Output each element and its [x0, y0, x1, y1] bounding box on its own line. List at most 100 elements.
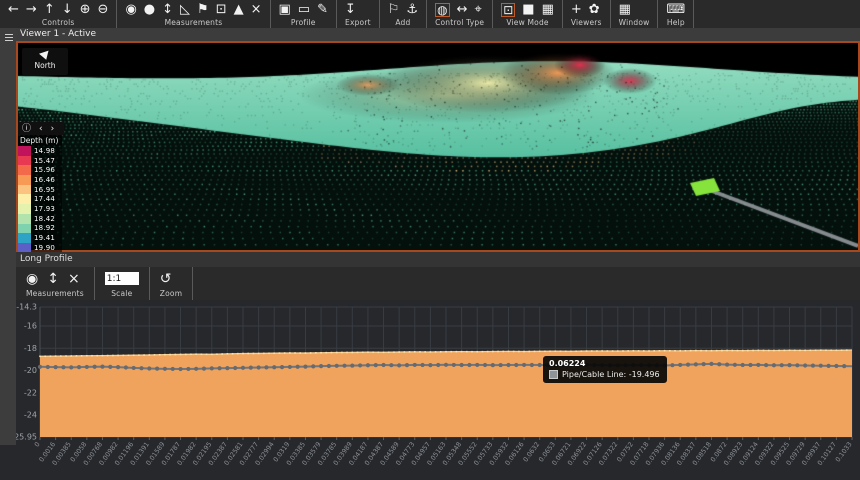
pipe-cable-marker: [249, 366, 253, 370]
pan-right-icon[interactable]: →: [26, 3, 37, 17]
seabed-edge-dot: [721, 350, 723, 352]
long-profile-toolbar: ◉↕×MeasurementsScale↺Zoom: [16, 267, 860, 300]
measure-height-icon[interactable]: ↕: [162, 3, 173, 17]
seabed-edge-dot: [175, 354, 177, 356]
profile-rect-icon[interactable]: ▭: [298, 3, 310, 17]
seabed-edge-dot: [221, 353, 223, 355]
toolbar-group-label: Scale: [105, 289, 139, 298]
legend-prev-icon[interactable]: ‹: [39, 124, 43, 134]
toolbar-group-label: Measurements: [26, 289, 84, 298]
seabed-edge-dot: [523, 351, 525, 353]
seabed-edge-dot: [55, 355, 57, 357]
y-axis-label: -16: [24, 321, 37, 330]
pipe-cable-marker: [795, 363, 799, 367]
legend-value: 14.98: [31, 147, 55, 155]
seabed-edge-dot: [185, 354, 187, 356]
measure-area-icon[interactable]: ▲: [234, 3, 244, 17]
pipe-cable-marker: [132, 366, 136, 370]
seabed-edge-dot: [825, 349, 827, 351]
legend-entries: 14.9815.4715.9616.4616.9517.4417.9318.42…: [18, 146, 66, 253]
toolbar-group-label: Add: [388, 18, 418, 27]
lp-measure-icon[interactable]: ◉: [26, 272, 38, 286]
pipe-cable-marker: [38, 365, 42, 369]
window-layout-icon[interactable]: ▦: [619, 3, 631, 17]
measure-point-icon[interactable]: ◉: [125, 3, 136, 17]
measure-circle-icon[interactable]: ●: [144, 3, 155, 17]
lp-clear-icon[interactable]: ×: [68, 272, 80, 286]
move-control-icon[interactable]: ⌖: [474, 3, 481, 17]
pipe-cable-marker: [178, 367, 182, 371]
panel-list-icon[interactable]: [2, 32, 13, 41]
clear-measurements-icon[interactable]: ×: [251, 3, 262, 17]
seabed-edge-dot: [471, 351, 473, 353]
zoom-out-icon[interactable]: ⊖: [98, 3, 109, 17]
pipe-cable-marker: [241, 366, 245, 370]
seabed-edge-dot: [102, 355, 104, 357]
pipe-cable-marker: [709, 362, 713, 366]
pipe-cable-marker: [264, 365, 268, 369]
toolbar-group-help: ⌨Help: [658, 0, 694, 28]
measure-volume-icon[interactable]: ⊡: [216, 3, 227, 17]
profile-box-icon[interactable]: ▣: [279, 3, 291, 17]
export-icon[interactable]: ↧: [345, 3, 356, 17]
toolbar-group-label: Help: [666, 18, 685, 27]
pipe-cable-marker: [311, 364, 315, 368]
help-keyboard-icon[interactable]: ⌨: [666, 3, 685, 17]
seabed-edge-dot: [268, 352, 270, 354]
seabed-edge-dot: [596, 350, 598, 352]
lp-zoom-reset-icon[interactable]: ↺: [160, 272, 172, 286]
seabed-edge-dot: [404, 351, 406, 353]
toolbar-group-export: ↧Export: [337, 0, 380, 28]
seabed-edge-dot: [81, 355, 83, 357]
seabed-edge-dot: [388, 351, 390, 353]
view-solid-icon[interactable]: ■: [522, 3, 534, 17]
legend-entry: 19.41: [18, 233, 62, 243]
legend-color-swatch: [18, 204, 31, 214]
depth-legend: ⓘ‹› Depth (m) 14.9815.4715.9616.4616.951…: [18, 122, 66, 253]
lp-height-icon[interactable]: ↕: [47, 272, 59, 286]
profile-chart-svg[interactable]: -14.3-16-18-20-22-24-25.9500.00160.00385…: [0, 300, 860, 480]
legend-info-icon[interactable]: ⓘ: [22, 124, 31, 134]
y-axis-label: -18: [24, 344, 37, 353]
add-viewer-icon[interactable]: +: [571, 3, 582, 17]
pipe-cable-marker: [358, 363, 362, 367]
seabed-edge-dot: [549, 350, 551, 352]
pipe-cable-marker: [787, 363, 791, 367]
viewer-3d[interactable]: North ⓘ‹› Depth (m) 14.9815.4715.9616.46…: [16, 41, 860, 252]
seabed-edge-dot: [310, 352, 312, 354]
seabed-edge-dot: [133, 354, 135, 356]
long-profile-chart[interactable]: -14.3-16-18-20-22-24-25.9500.00160.00385…: [0, 300, 860, 480]
scale-input[interactable]: [105, 272, 139, 285]
pan-control-icon[interactable]: ↔: [457, 3, 468, 17]
legend-next-icon[interactable]: ›: [51, 124, 55, 134]
seabed-edge-dot: [810, 350, 812, 352]
pan-up-icon[interactable]: ↑: [44, 3, 55, 17]
seabed-edge-dot: [820, 349, 822, 351]
measure-flag-icon[interactable]: ⚑: [197, 3, 209, 17]
seabed-edge-dot: [383, 352, 385, 354]
seabed-edge-dot: [232, 353, 234, 355]
add-tag-icon[interactable]: ⚐: [388, 3, 400, 17]
point-cloud-canvas[interactable]: [18, 43, 858, 250]
seabed-edge-dot: [169, 354, 171, 356]
seabed-edge-dot: [367, 351, 369, 353]
pipe-cable-marker: [420, 363, 424, 367]
zoom-in-icon[interactable]: ⊕: [80, 3, 91, 17]
toolbar-group-measurements: ◉ ↕ × Measurements: [16, 267, 95, 300]
view-terrain-icon[interactable]: ▦: [542, 3, 554, 17]
pan-left-icon[interactable]: ←: [8, 3, 19, 17]
seabed-edge-dot: [497, 351, 499, 353]
pipe-cable-marker: [342, 364, 346, 368]
seabed-edge-dot: [726, 350, 728, 352]
pipe-cable-marker: [54, 365, 58, 369]
seabed-edge-dot: [195, 353, 197, 355]
add-anchor-icon[interactable]: ⚓: [406, 3, 418, 17]
seabed-edge-dot: [830, 349, 832, 351]
orbit-control-icon[interactable]: ◍: [435, 3, 449, 17]
pan-down-icon[interactable]: ↓: [62, 3, 73, 17]
view-3d-icon[interactable]: ⊡: [501, 3, 515, 17]
palette-icon[interactable]: ✿: [589, 3, 600, 17]
measure-angle-icon[interactable]: ◺: [180, 3, 190, 17]
profile-draw-icon[interactable]: ✎: [317, 3, 328, 17]
legend-entry: 17.44: [18, 194, 62, 204]
